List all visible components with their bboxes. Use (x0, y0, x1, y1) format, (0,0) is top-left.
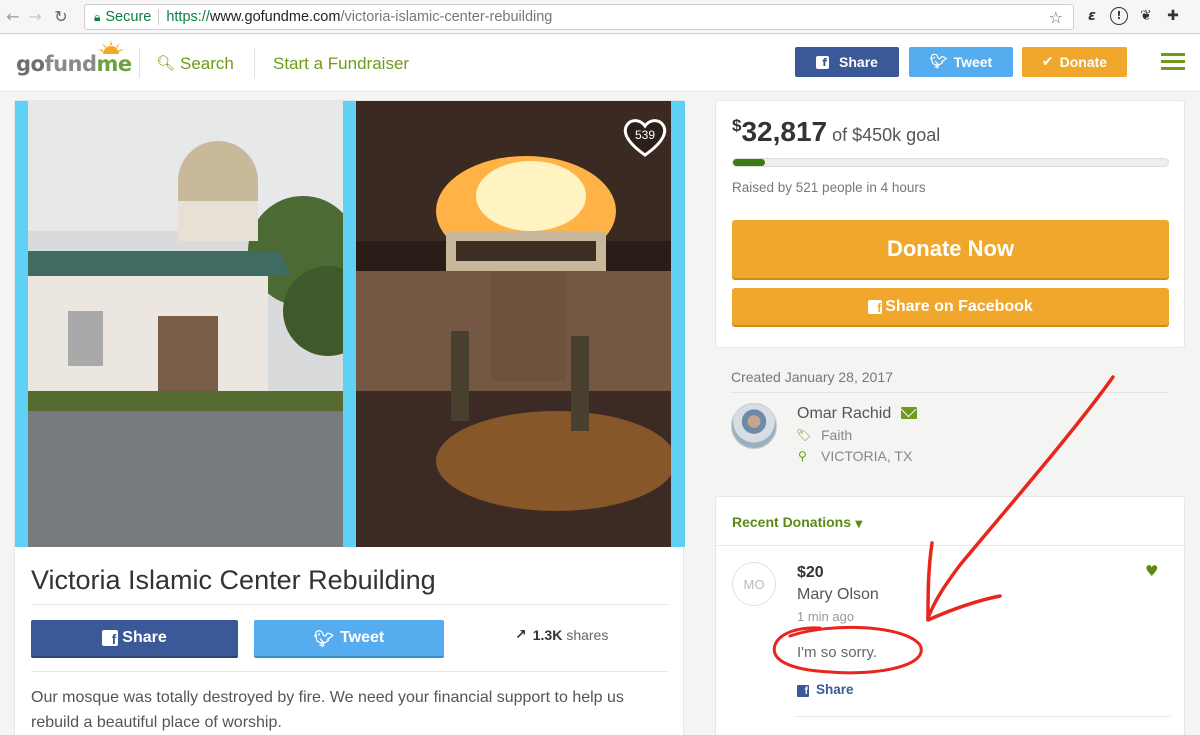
donations-divider (716, 545, 1186, 546)
organizer-avatar[interactable] (731, 403, 777, 449)
campaign-title: Victoria Islamic Center Rebuilding (31, 565, 436, 595)
url-host: www.gofundme.com (209, 9, 341, 25)
bookmark-star-icon[interactable]: ☆ (1049, 8, 1063, 27)
organizer-divider (731, 392, 1168, 393)
checkmark-icon: ✔ (1041, 54, 1054, 70)
location-label: VICTORIA, TX (821, 448, 913, 464)
facebook-icon: f (797, 685, 809, 697)
header-donate-button[interactable]: ✔ Donate (1022, 47, 1127, 77)
organizer-name[interactable]: Omar Rachid (797, 405, 891, 423)
url-scheme: https:// (166, 9, 210, 25)
tag-icon: 🏷︎ (796, 428, 812, 442)
facebook-icon: f (102, 630, 119, 647)
recent-donations-heading: Recent Donations (732, 514, 852, 530)
shares-number: 1.3K (532, 627, 563, 643)
extension-info-icon[interactable]: ! (1110, 7, 1128, 25)
header-share-button[interactable]: f Share (795, 47, 899, 77)
donation-share-label: Share (816, 682, 854, 697)
progress-fill (733, 159, 765, 166)
facebook-icon: f (816, 54, 833, 70)
tweet-label: Tweet (340, 629, 385, 646)
campaign-story: Our mosque was totally destroyed by fire… (31, 689, 624, 731)
donation-message: I'm so sorry. (797, 644, 878, 661)
campaign-card: 539 Victoria Islamic Center Rebuilding f… (14, 100, 685, 735)
address-divider (158, 9, 160, 25)
url-path: /victoria-islamic-center-rebuilding (340, 9, 553, 25)
start-fundraiser-link[interactable]: Start a Fundraiser (273, 54, 409, 74)
search-icon[interactable]: 🔍︎ (156, 54, 175, 72)
tweet-button[interactable]: 🐦︎ Tweet (254, 620, 444, 656)
facebook-share-label: Share (122, 629, 167, 646)
raised-amount: 32,817 (741, 116, 828, 147)
twitter-bird-icon: 🐦︎ (313, 628, 335, 648)
twitter-bird-icon: 🐦︎ (929, 54, 948, 70)
logo-sun-icon (98, 40, 124, 54)
facebook-share-button[interactable]: f Share (31, 620, 238, 656)
title-divider (31, 604, 668, 605)
header-divider (254, 48, 255, 78)
donor-avatar: MO (732, 562, 776, 606)
donation-share-button[interactable]: f Share (797, 682, 854, 697)
donate-now-button[interactable]: Donate Now (732, 220, 1169, 278)
logo-me: me (96, 52, 133, 76)
donor-name: Mary Olson (797, 586, 879, 603)
lock-icon: 🔒︎ (94, 9, 101, 24)
search-link[interactable]: Search (180, 54, 234, 74)
donation-divider (796, 716, 1171, 717)
trending-icon: ↗ (515, 627, 527, 643)
site-header: gofundme 🔍︎ Search Start a Fundraiser f … (0, 35, 1200, 92)
created-date: Created January 28, 2017 (731, 369, 893, 385)
extension-puzzle-icon[interactable]: ✚ (1164, 7, 1182, 25)
share-divider (31, 671, 668, 672)
caret-down-icon: ▼ (855, 519, 863, 530)
donation-amount: $20 (797, 564, 824, 581)
heart-count: 539 (634, 128, 656, 142)
header-donate-label: Donate (1059, 54, 1108, 70)
hamburger-menu-icon[interactable] (1161, 53, 1185, 71)
share-count: ↗ 1.3K shares (515, 627, 608, 643)
recent-donations-toggle[interactable]: Recent Donations ▼ (732, 514, 863, 530)
logo-fund: fund (44, 52, 97, 76)
reload-icon[interactable]: ↻ (50, 7, 72, 26)
share-on-facebook-button[interactable]: f Share on Facebook (732, 288, 1169, 325)
logo-go: go (16, 52, 45, 76)
back-arrow-icon[interactable]: ← (2, 7, 24, 26)
recent-donations-card: Recent Donations ▼ MO $20 Mary Olson 1 mi… (715, 496, 1186, 735)
header-tweet-label: Tweet (953, 54, 993, 70)
facebook-icon: f (868, 299, 883, 315)
map-pin-icon: ⚲ (798, 449, 807, 463)
donation-summary-card: $32,817 of $450k goal Raised by 521 peop… (715, 100, 1185, 348)
campaign-hero-image[interactable]: 539 (15, 101, 685, 547)
raised-meta: Raised by 521 people in 4 hours (732, 180, 926, 195)
goal-text: of $450k goal (832, 125, 941, 145)
amount-raised: $32,817 of $450k goal (732, 116, 940, 148)
header-divider (139, 48, 140, 78)
extension-epsilon-icon[interactable]: ε (1083, 7, 1101, 25)
extension-evernote-icon[interactable]: ❦ (1137, 7, 1155, 25)
category-link[interactable]: Faith (821, 427, 852, 443)
secure-label: Secure (105, 9, 152, 25)
heart-icon[interactable]: ♥ (1145, 562, 1158, 580)
forward-arrow-icon[interactable]: → (24, 7, 46, 26)
gofundme-logo[interactable]: gofundme (16, 52, 132, 76)
share-on-facebook-label: Share on Facebook (885, 297, 1033, 315)
browser-toolbar: ← → ↻ 🔒︎ Secure https:// www.gofundme.co… (0, 0, 1200, 34)
progress-bar (732, 158, 1169, 167)
donation-time: 1 min ago (797, 609, 855, 624)
shares-label: shares (566, 627, 609, 643)
address-bar[interactable]: 🔒︎ Secure https:// www.gofundme.com /vic… (84, 4, 1074, 30)
header-share-label: Share (839, 54, 878, 70)
envelope-icon[interactable] (901, 407, 917, 419)
header-tweet-button[interactable]: 🐦︎ Tweet (909, 47, 1013, 77)
mosque-photo (28, 101, 343, 547)
mosque-fire-photo (356, 101, 671, 547)
